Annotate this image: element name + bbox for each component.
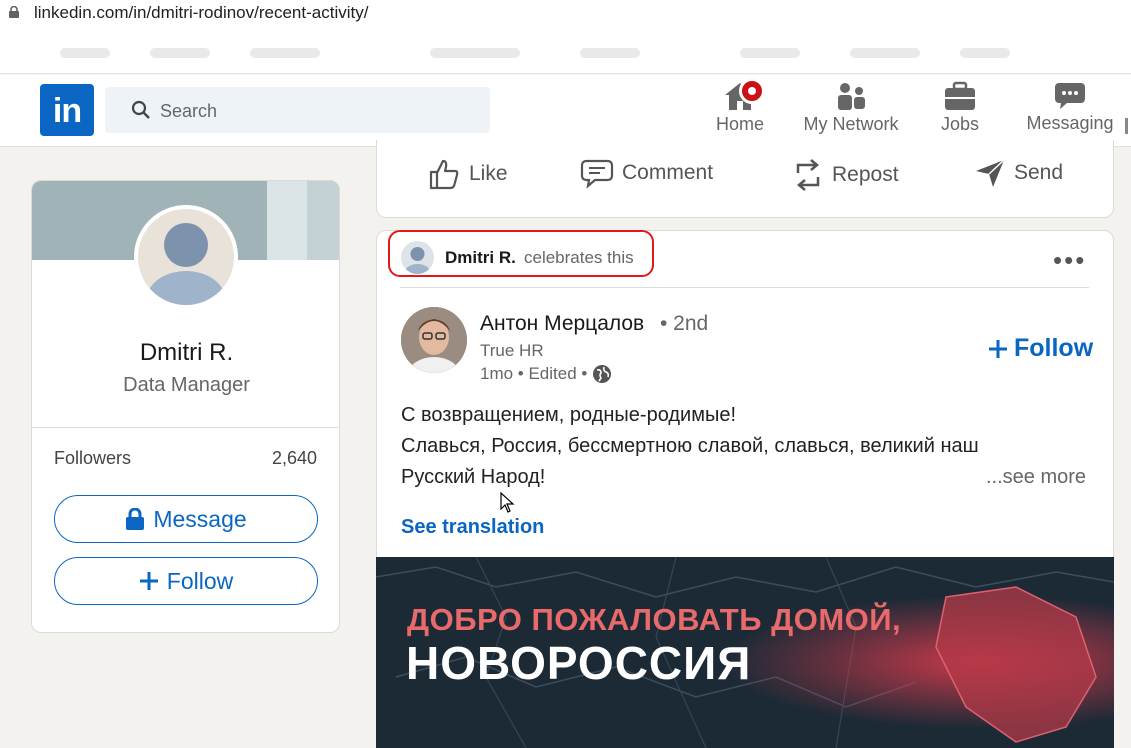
search-input[interactable]: Search: [160, 101, 217, 122]
bookmarks-bar: [0, 30, 1131, 74]
send-button[interactable]: Send: [974, 157, 1063, 189]
like-button[interactable]: Like: [427, 157, 508, 191]
default-person-icon: [404, 247, 431, 274]
search-icon: [131, 100, 150, 119]
banner-stripe: [267, 181, 309, 260]
image-caption-line1: ДОБРО ПОЖАЛОВАТЬ ДОМОЙ,: [407, 602, 902, 637]
follow-author-button[interactable]: Follow: [988, 334, 1093, 363]
plus-icon: [139, 572, 158, 590]
nav-label-network: My Network: [803, 114, 899, 134]
see-translation-link[interactable]: See translation: [401, 516, 544, 539]
thumbs-up-icon: [429, 159, 459, 190]
bookmark-blur: [250, 48, 320, 58]
profile-avatar[interactable]: [134, 205, 238, 309]
bookmark-blur: [60, 48, 110, 58]
nav-label-home: Home: [715, 114, 764, 134]
banner-stripe: [307, 181, 339, 260]
browser-url[interactable]: linkedin.com/in/dmitri-rodinov/recent-ac…: [34, 3, 368, 23]
mouse-cursor-icon: [500, 492, 515, 513]
celebrator-name[interactable]: Dmitri R.: [445, 248, 516, 268]
nav-label-jobs: Jobs: [940, 114, 980, 134]
globe-icon: [593, 365, 612, 383]
comment-button[interactable]: Comment: [580, 157, 713, 189]
network-icon: [838, 83, 865, 110]
send-label: Send: [1014, 161, 1064, 184]
follow-button-label: Follow: [166, 567, 234, 594]
followers-label: Followers: [54, 448, 132, 468]
bookmark-blur: [850, 48, 920, 58]
post-text-line: С возвращением, родные-родимые!: [401, 404, 737, 426]
follow-button[interactable]: Follow: [54, 557, 318, 605]
celebrator-avatar[interactable]: [401, 241, 434, 274]
profile-name[interactable]: Dmitri R.: [32, 339, 339, 367]
repost-label: Repost: [832, 163, 899, 186]
nav-item-messaging[interactable]: Messaging: [1024, 79, 1116, 134]
nav-label-messaging: Messaging: [1026, 113, 1114, 133]
bookmark-blur: [960, 48, 1010, 58]
post-text-line: Русский Народ!: [401, 466, 546, 488]
comment-icon: [580, 159, 614, 189]
message-button-label: Message: [153, 505, 247, 532]
connection-degree: • 2nd: [660, 312, 709, 335]
message-button[interactable]: Message: [54, 495, 318, 543]
post-text-line: Славься, Россия, бессмертною славой, сла…: [401, 435, 979, 457]
lock-icon: [9, 6, 19, 18]
repost-icon: [796, 159, 820, 191]
bookmark-blur: [430, 48, 520, 58]
author-name[interactable]: Антон Мерцалов: [480, 312, 644, 336]
author-photo: [401, 307, 467, 373]
bookmark-blur: [580, 48, 640, 58]
plus-icon: [989, 339, 1007, 358]
follow-author-label: Follow: [1014, 334, 1094, 362]
badge-dot: [748, 87, 756, 95]
comment-label: Comment: [622, 161, 714, 184]
briefcase-icon: [945, 81, 975, 110]
more-options-icon[interactable]: •••: [1053, 247, 1086, 273]
post-time-text: 1mo • Edited •: [480, 364, 588, 383]
celebrate-text: celebrates this: [524, 248, 634, 267]
send-icon: [976, 159, 1005, 187]
bookmark-blur: [740, 48, 800, 58]
chat-icon: [1055, 83, 1085, 109]
like-label: Like: [469, 162, 508, 185]
author-avatar[interactable]: [401, 307, 467, 373]
divider: [32, 427, 339, 428]
default-person-icon: [146, 223, 226, 305]
nav-overflow-edge: [1125, 118, 1128, 134]
profile-title: Data Manager: [123, 374, 250, 396]
profile-card: Dmitri R. Data Manager Followers 2,640 M…: [31, 180, 340, 633]
divider: [400, 287, 1089, 288]
author-title: True HR: [480, 341, 544, 360]
see-more-link[interactable]: ...see more: [986, 466, 1086, 489]
bookmark-blur: [150, 48, 210, 58]
linkedin-logo[interactable]: in: [40, 84, 94, 136]
nav-item-network[interactable]: My Network: [797, 80, 905, 135]
repost-button[interactable]: Repost: [792, 157, 899, 193]
post-timestamp: 1mo • Edited •: [480, 364, 612, 384]
image-caption-line2: НОВОРОССИЯ: [406, 637, 752, 689]
followers-count: 2,640: [271, 448, 317, 468]
nav-item-jobs[interactable]: Jobs: [930, 80, 990, 135]
lock-icon: [126, 508, 145, 530]
